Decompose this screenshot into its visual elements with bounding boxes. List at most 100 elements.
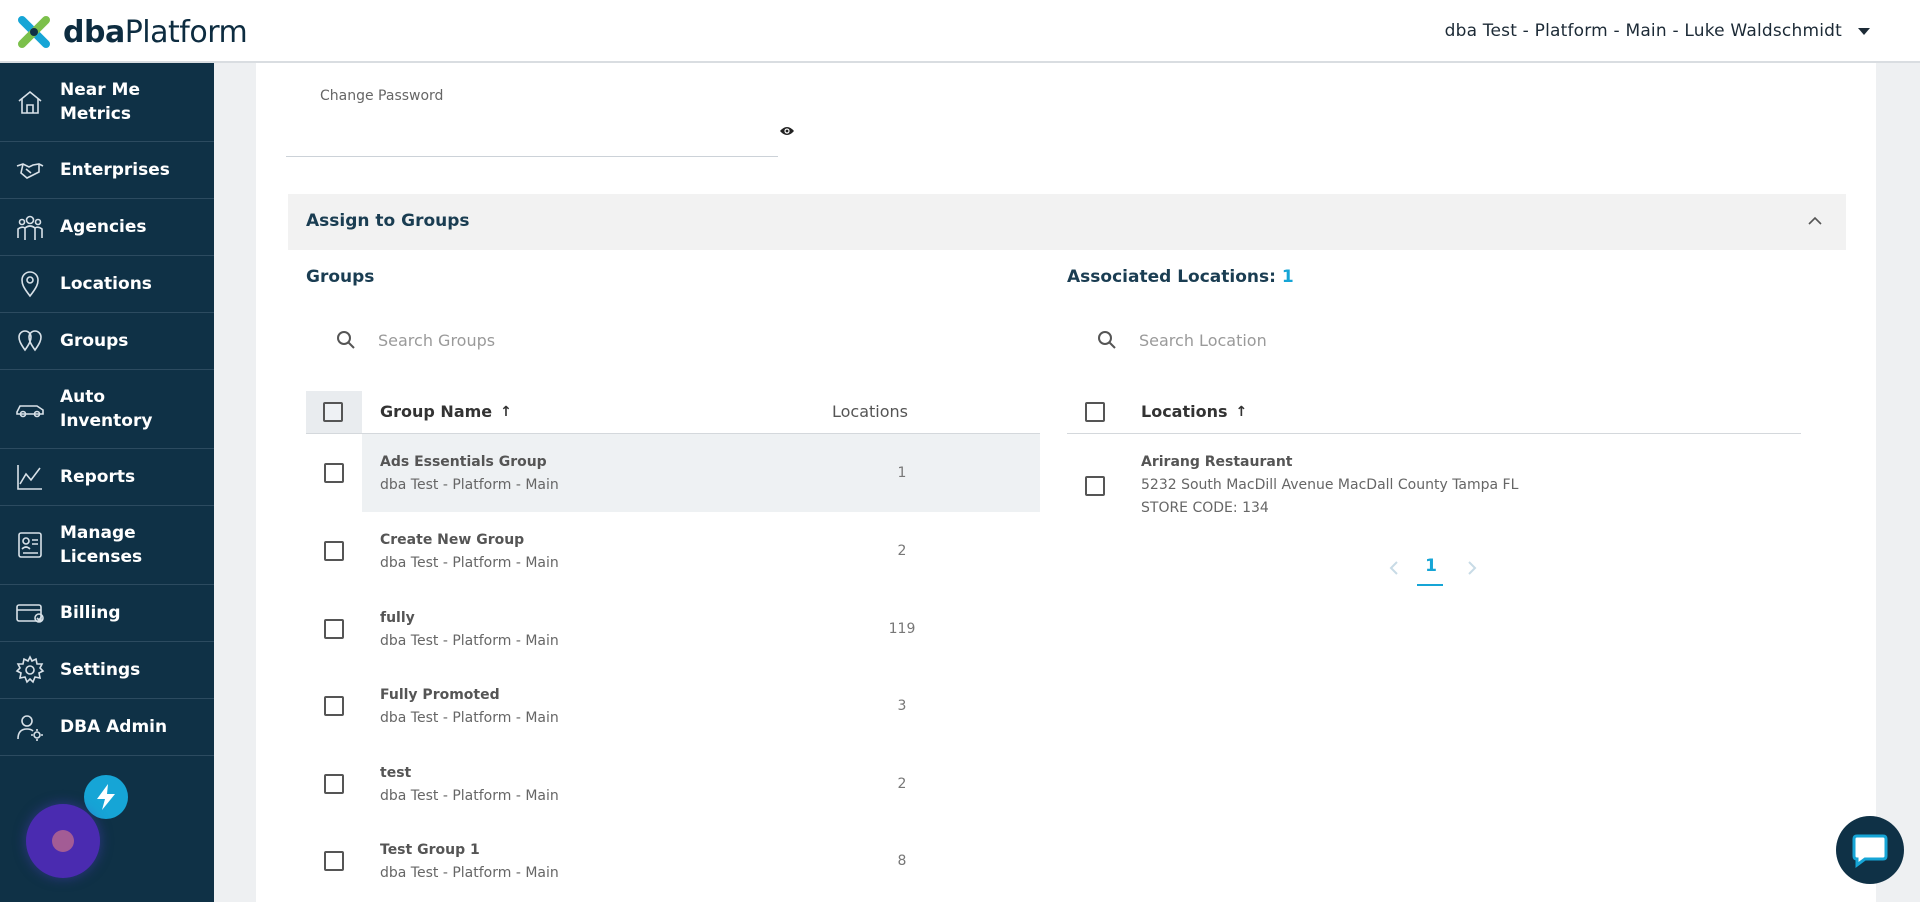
sidebar-item-locations[interactable]: Locations [0,256,214,313]
group-account: dba Test - Platform - Main [380,865,559,881]
sidebar-item-auto-inventory[interactable]: Auto Inventory [0,370,214,449]
row-checkbox[interactable] [324,851,344,871]
account-name: dba Test - Platform - Main - Luke Waldsc… [1444,21,1842,41]
location-address: 5232 South MacDill Avenue MacDall County… [1141,477,1519,493]
sidebar-item-label: Reports [60,467,136,487]
group-name: Create New Group [380,532,525,548]
associated-locations-title: Associated Locations: 1 [1067,267,1294,287]
locations-right-header[interactable]: Locations ↑ [1141,402,1247,421]
sidebar-item-label: DBA Admin [60,717,168,737]
change-password-label: Change Password [320,88,444,104]
sidebar-item-label: Near Me Metrics [60,80,140,124]
group-name: Fully Promoted [380,687,500,703]
next-page-button[interactable] [1459,558,1483,578]
search-location [1097,320,1539,360]
top-bar: dbaPlatform dba Test - Platform - Main -… [0,0,1920,63]
change-password-field[interactable] [286,156,778,157]
group-name: test [380,765,412,781]
sidebar-item-label: Auto Inventory [60,387,153,431]
select-all-locations-checkbox[interactable] [1085,402,1105,422]
table-row[interactable]: Fully Promoted dba Test - Platform - Mai… [306,667,1040,745]
chevron-right-icon [1468,561,1477,575]
group-name: Test Group 1 [380,842,480,858]
search-groups [336,320,778,360]
caret-down-icon [1858,27,1870,35]
account-dropdown[interactable]: dba Test - Platform - Main - Luke Waldsc… [1445,21,1870,41]
group-location-count: 2 [897,776,907,792]
sidebar-item-label: Agencies [60,217,147,237]
group-location-count: 8 [897,853,907,869]
table-row[interactable]: Ads Essentials Group dba Test - Platform… [306,434,1040,512]
table-row[interactable]: fully dba Test - Platform - Main 119 [306,590,1040,668]
row-checkbox[interactable] [324,541,344,561]
car-icon [14,393,46,425]
orb-dot-icon [52,830,74,852]
group-account: dba Test - Platform - Main [380,633,559,649]
active-page-underline [1417,584,1443,586]
billing-icon [14,597,46,629]
row-checkbox[interactable] [324,696,344,716]
select-all-groups-checkbox[interactable] [323,402,343,422]
chat-widget-button[interactable] [1836,816,1904,884]
sidebar: Near Me Metrics Enterprises Agencies Loc… [0,63,214,902]
row-checkbox[interactable] [324,774,344,794]
chart-icon [14,461,46,493]
group-account: dba Test - Platform - Main [380,710,559,726]
sidebar-item-label: Settings [60,660,141,680]
chat-bubble-icon [1852,834,1888,868]
table-row[interactable]: Test Group 1 dba Test - Platform - Main … [306,822,1040,900]
sidebar-item-label: Groups [60,331,129,351]
list-item[interactable]: Arirang Restaurant 5232 South MacDill Av… [1067,434,1801,524]
sidebar-item-label: Manage Licenses [60,523,143,567]
sidebar-item-settings[interactable]: Settings [0,642,214,699]
search-location-input[interactable] [1139,330,1539,350]
sort-up-icon: ↑ [500,403,512,420]
locations-header[interactable]: Locations [832,402,908,421]
sidebar-item-label: Enterprises [60,160,170,180]
assistant-orb-button[interactable] [26,804,100,878]
dba-platform-logo[interactable]: dbaPlatform [13,11,248,53]
row-checkbox[interactable] [1085,476,1105,496]
search-icon [1098,331,1116,349]
group-location-count: 119 [888,621,916,637]
logo-text: dbaPlatform [63,14,248,50]
logo-mark-icon [18,16,50,48]
sidebar-item-manage-licenses[interactable]: Manage Licenses [0,506,214,585]
store-code: STORE CODE: 134 [1141,500,1269,516]
group-pins-icon [14,325,46,357]
group-account: dba Test - Platform - Main [380,477,559,493]
sidebar-item-enterprises[interactable]: Enterprises [0,142,214,199]
group-location-count: 1 [897,465,907,481]
lightning-icon[interactable] [84,775,128,819]
sidebar-item-reports[interactable]: Reports [0,449,214,506]
map-pin-icon [14,268,46,300]
sidebar-item-near-me-metrics[interactable]: Near Me Metrics [0,63,214,142]
row-checkbox[interactable] [324,619,344,639]
chevron-left-icon [1389,561,1398,575]
table-row[interactable]: test dba Test - Platform - Main 2 [306,745,1040,823]
location-name: Arirang Restaurant [1141,454,1293,470]
sidebar-item-billing[interactable]: Billing [0,585,214,642]
assign-to-groups-header[interactable]: Assign to Groups [288,194,1846,250]
group-location-count: 2 [897,543,907,559]
people-icon [14,211,46,243]
eye-icon[interactable] [779,125,795,137]
sidebar-item-agencies[interactable]: Agencies [0,199,214,256]
prev-page-button[interactable] [1383,558,1407,578]
page-number-button[interactable]: 1 [1420,556,1442,576]
locations-right-header-label: Locations [1141,402,1228,421]
chevron-up-icon[interactable] [1806,212,1824,230]
search-groups-input[interactable] [378,330,778,350]
group-name: Ads Essentials Group [380,454,547,470]
sidebar-item-groups[interactable]: Groups [0,313,214,370]
sidebar-item-label: Locations [60,274,152,294]
group-name-header[interactable]: Group Name ↑ [380,402,512,421]
admin-user-icon [14,711,46,743]
row-checkbox[interactable] [324,463,344,483]
license-icon [14,529,46,561]
table-row[interactable]: Create New Group dba Test - Platform - M… [306,512,1040,590]
associated-locations-count: 1 [1281,267,1294,287]
group-account: dba Test - Platform - Main [380,555,559,571]
sidebar-item-dba-admin[interactable]: DBA Admin [0,699,214,756]
group-account: dba Test - Platform - Main [380,788,559,804]
